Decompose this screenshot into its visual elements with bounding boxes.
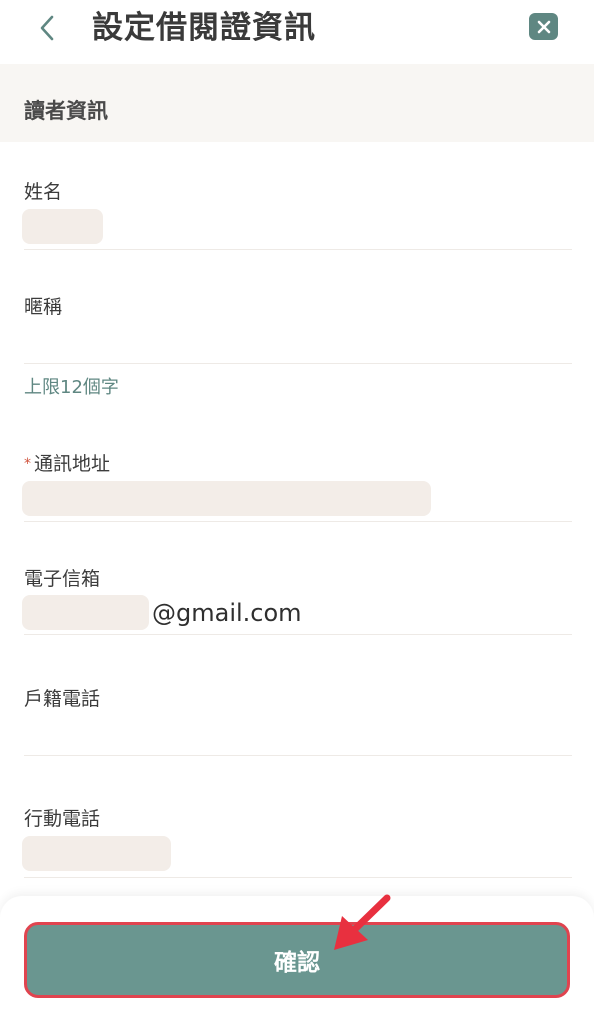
close-icon [537,20,550,33]
email-label: 電子信箱 [24,568,101,590]
nickname-hint: 上限12個字 [24,377,119,398]
mobile-label: 行動電話 [24,808,101,830]
required-mark: * [24,456,31,472]
confirm-button[interactable]: 確認 [24,922,570,998]
page-title: 設定借閱證資訊 [92,10,316,46]
address-label-text: 通訊地址 [34,453,111,475]
email-local-redacted[interactable] [22,595,149,630]
close-button[interactable] [529,13,558,40]
divider [24,521,572,522]
back-button[interactable] [30,10,64,46]
divider [24,634,572,635]
email-domain: @gmail.com [152,599,302,627]
divider [24,363,572,364]
nickname-input[interactable] [22,324,570,358]
home-phone-label: 戶籍電話 [24,688,101,710]
name-label: 姓名 [24,181,63,203]
header-bar: 設定借閱證資訊 [0,0,594,62]
name-value-redacted[interactable] [22,209,103,244]
chevron-left-icon [40,15,54,41]
address-label: * 通訊地址 [24,451,110,477]
address-value-redacted[interactable] [22,481,431,516]
divider [24,249,572,250]
home-phone-input[interactable] [22,716,570,750]
section-title: 讀者資訊 [24,99,108,123]
confirm-label: 確認 [274,950,320,976]
divider [24,755,572,756]
mobile-value-redacted[interactable] [22,836,171,871]
nickname-label: 暱稱 [24,296,63,318]
divider [24,877,572,878]
